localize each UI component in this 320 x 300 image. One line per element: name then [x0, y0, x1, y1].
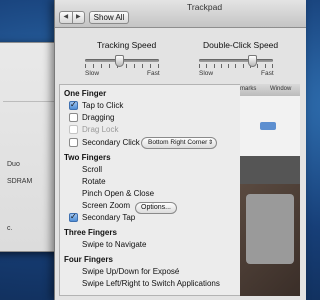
secondary-click-label: Secondary Click: [82, 138, 140, 147]
tracking-fast-label: Fast: [147, 70, 160, 77]
back-button[interactable]: ◀: [60, 12, 72, 23]
two-fingers-header: Two Fingers: [64, 153, 111, 162]
screen-zoom-options-button[interactable]: Options...: [135, 202, 177, 214]
rotate-label[interactable]: Rotate: [82, 177, 106, 186]
double-click-speed-label: Double-Click Speed: [203, 40, 279, 50]
tracking-speed-thumb[interactable]: [115, 55, 125, 67]
swipe-navigate-label[interactable]: Swipe to Navigate: [82, 240, 146, 249]
secondary-click-checkbox[interactable]: [69, 138, 78, 147]
preview-menu-item: marks: [240, 86, 257, 92]
pinch-label[interactable]: Pinch Open & Close: [82, 189, 154, 198]
dragging-label: Dragging: [82, 113, 115, 122]
one-finger-header: One Finger: [64, 89, 107, 98]
bg-footer-text: c.: [7, 225, 13, 232]
tracking-slow-label: Slow: [85, 70, 100, 77]
screen-zoom-label[interactable]: Screen Zoom: [82, 201, 130, 210]
secondary-click-corner-popup[interactable]: Bottom Right Corner ⇕: [141, 137, 217, 149]
preview-window-content: [240, 96, 300, 156]
drag-lock-checkbox[interactable]: [69, 125, 78, 134]
double-click-speed-track[interactable]: [199, 59, 273, 62]
swipe-updown-label[interactable]: Swipe Up/Down for Exposé: [82, 267, 179, 276]
nav-buttons: ◀ ▶: [59, 11, 85, 24]
window-title: Trackpad: [187, 2, 223, 12]
preview-highlight: [260, 122, 276, 130]
bg-memory-text: SDRAM: [7, 178, 33, 185]
three-fingers-header: Three Fingers: [64, 228, 117, 237]
preview-menubar: marks Window: [240, 84, 300, 96]
preview-trackpad-image: [240, 184, 300, 296]
tracking-speed-label: Tracking Speed: [97, 40, 157, 50]
tap-to-click-label: Tap to Click: [82, 101, 124, 110]
gesture-preview-video: marks Window: [240, 84, 300, 296]
bg-processor-text: Duo: [7, 161, 20, 168]
secondary-tap-checkbox[interactable]: [69, 212, 78, 222]
scroll-label[interactable]: Scroll: [82, 165, 102, 174]
double-click-speed-thumb[interactable]: [247, 55, 257, 67]
preview-menu-item: Window: [270, 86, 292, 92]
dragging-checkbox[interactable]: [69, 113, 78, 122]
preview-trackpad-surface: [246, 194, 294, 264]
double-click-slow-label: Slow: [199, 70, 214, 77]
secondary-click-popup-value: Bottom Right Corner: [148, 139, 208, 146]
four-fingers-header: Four Fingers: [64, 255, 113, 264]
title-bar: Trackpad ◀ ▶ Show All: [55, 0, 306, 28]
drag-lock-label: Drag Lock: [82, 125, 119, 134]
secondary-tap-label: Secondary Tap: [82, 213, 136, 222]
swipe-leftright-label[interactable]: Swipe Left/Right to Switch Applications: [82, 279, 220, 288]
double-click-speed-ticks: [199, 64, 273, 68]
double-click-fast-label: Fast: [261, 70, 274, 77]
popup-arrows-icon: ⇕: [207, 140, 213, 146]
show-all-button[interactable]: Show All: [89, 11, 129, 24]
tap-to-click-checkbox[interactable]: [69, 100, 78, 110]
forward-button[interactable]: ▶: [71, 12, 85, 23]
